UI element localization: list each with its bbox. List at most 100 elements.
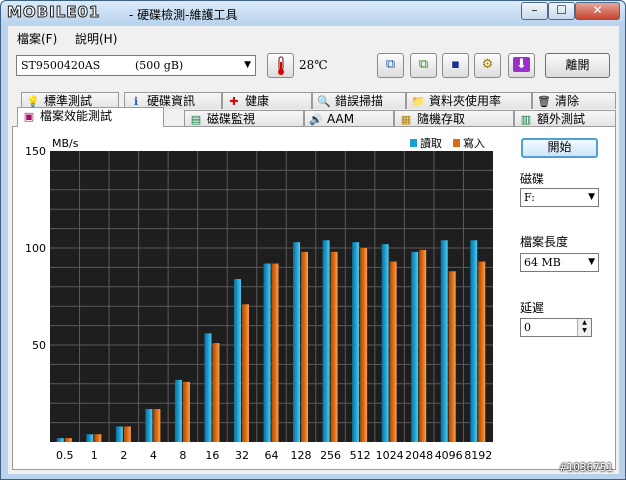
disk-name: ST9500420AS [21, 59, 101, 72]
gear-icon: ⚙ [481, 57, 494, 72]
tab-label: 磁碟監視 [207, 112, 256, 126]
download-button[interactable]: ⬇ [508, 53, 535, 78]
minimize-button[interactable]: – [521, 2, 548, 20]
bar-write [182, 381, 190, 442]
bar-write [241, 304, 249, 442]
bar-write [448, 271, 456, 442]
legend-swatch-read [410, 139, 417, 147]
delay-value: 0 [524, 321, 531, 334]
tab-label: 資料夾使用率 [429, 94, 502, 108]
x-tick-label: 1024 [376, 449, 404, 462]
copy-all-icon: ⧉ [418, 57, 429, 72]
speaker-icon: 🔊 [309, 113, 323, 126]
tab-label: 隨機存取 [417, 112, 466, 126]
tab-label: 檔案效能測試 [40, 109, 113, 123]
bar-read [381, 244, 389, 442]
bar-write [389, 261, 397, 442]
y-tick-label: 50 [32, 339, 46, 352]
filesize-select[interactable]: 64 MB ▼ [520, 253, 599, 272]
random-access-icon: ▦ [400, 113, 412, 126]
bar-read [411, 251, 419, 442]
bar-read [86, 434, 94, 442]
delay-stepper[interactable]: 0 ▲ ▼ [520, 318, 592, 337]
legend-label-read: 讀取 [420, 136, 442, 150]
x-tick-label: 0.5 [56, 449, 74, 462]
disk-select[interactable]: ST9500420AS (500 gB) ▼ [16, 55, 256, 76]
bar-read [115, 426, 123, 442]
watermark: #1036751 [560, 461, 613, 474]
legend-swatch-write [453, 139, 460, 147]
benchmark-chart: 150 100 50 MB/s 讀取 寫入 0.5 1 2 4 8 16 32 64 128 256 512 10… [25, 136, 493, 462]
bar-write [271, 263, 279, 442]
extra-test-icon: ▥ [520, 113, 532, 126]
chevron-down-icon: ▼ [588, 257, 595, 267]
client-area: 檔案(F) 說明(H) ST9500420AS (500 gB) ▼ 28℃ ⧉… [8, 26, 619, 474]
app-logo: MOBILE01 [6, 3, 101, 22]
chevron-down-icon: ▼ [588, 192, 595, 202]
tab-error-scan[interactable]: 🔍 錯誤掃描 [312, 92, 406, 109]
magnifier-icon: 🔍 [317, 95, 331, 108]
bar-read [293, 242, 301, 442]
menu-file[interactable]: 檔案(F) [17, 30, 57, 47]
menu-help[interactable]: 說明(H) [75, 30, 117, 47]
copy-icon: ⧉ [385, 57, 396, 72]
tab-label: 額外測試 [537, 112, 586, 126]
start-button[interactable]: 開始 [521, 138, 598, 158]
tab-file-benchmark[interactable]: ▣ 檔案效能測試 [17, 107, 164, 127]
options-button[interactable]: ⚙ [474, 53, 501, 78]
x-tick-label: 4 [150, 449, 157, 462]
toolbar: ST9500420AS (500 gB) ▼ 28℃ ⧉ ⧉ ▪ ⚙ ⬇ 離開 [8, 50, 619, 86]
spin-down-icon[interactable]: ▼ [577, 327, 591, 336]
trash-icon: 🗑 [537, 95, 551, 108]
tab-label: AAM [327, 112, 355, 126]
tab-label: 硬碟資訊 [147, 94, 196, 108]
menu-bar: 檔案(F) 說明(H) [8, 26, 619, 46]
filesize-label: 檔案長度 [520, 235, 569, 249]
disk-drive-value: F: [524, 191, 535, 204]
thermometer-button[interactable] [267, 53, 294, 78]
copy-button[interactable]: ⧉ [377, 53, 404, 78]
bar-read [263, 263, 271, 442]
disk-drive-select[interactable]: F: ▼ [520, 188, 599, 207]
disk-label: 磁碟 [520, 172, 545, 186]
legend-label-write: 寫入 [463, 136, 485, 150]
tab-label: 標準測試 [44, 94, 93, 108]
floppy-icon: ▪ [451, 57, 460, 72]
x-tick-label: 1 [91, 449, 98, 462]
save-button[interactable]: ▪ [442, 53, 469, 78]
tab-health[interactable]: ✚ 健康 [222, 92, 312, 109]
bar-read [204, 333, 212, 442]
disk-size: (500 gB) [135, 59, 184, 72]
tab-random-access[interactable]: ▦ 隨機存取 [394, 110, 514, 127]
x-tick-label: 256 [320, 449, 341, 462]
tab-aam[interactable]: 🔊 AAM [304, 110, 394, 127]
x-tick-label: 16 [205, 449, 219, 462]
x-tick-label: 64 [265, 449, 279, 462]
tab-extra-tests[interactable]: ▥ 額外測試 [514, 110, 616, 127]
delay-label: 延遲 [520, 301, 545, 315]
bar-read [322, 240, 330, 442]
tab-label: 清除 [555, 94, 580, 108]
temperature-readout: 28℃ [299, 58, 328, 72]
x-tick-label: 8 [179, 449, 186, 462]
bar-read [440, 240, 448, 442]
maximize-button[interactable]: ☐ [548, 2, 575, 20]
x-tick-label: 8192 [464, 449, 492, 462]
app-window: MOBILE01 - 硬碟檢測-維護工具 – ☐ ✕ 檔案(F) 說明(H) S… [0, 0, 626, 480]
y-axis-label: MB/s [52, 137, 79, 150]
bar-write [64, 438, 72, 442]
bar-read [174, 379, 182, 442]
download-icon: ⬇ [513, 57, 530, 72]
exit-button[interactable]: 離開 [545, 53, 610, 78]
close-button[interactable]: ✕ [575, 2, 620, 20]
bar-read [352, 242, 360, 442]
copy-all-button[interactable]: ⧉ [410, 53, 437, 78]
tab-folder-usage[interactable]: 📁 資料夾使用率 [406, 92, 532, 109]
bar-write [212, 343, 220, 442]
bar-read [233, 279, 241, 442]
bar-write [419, 249, 427, 442]
tab-erase[interactable]: 🗑 清除 [532, 92, 616, 109]
tab-disk-monitor[interactable]: ▤ 磁碟監視 [184, 110, 304, 127]
tab-label: 健康 [245, 94, 270, 108]
health-cross-icon: ✚ [229, 95, 239, 108]
